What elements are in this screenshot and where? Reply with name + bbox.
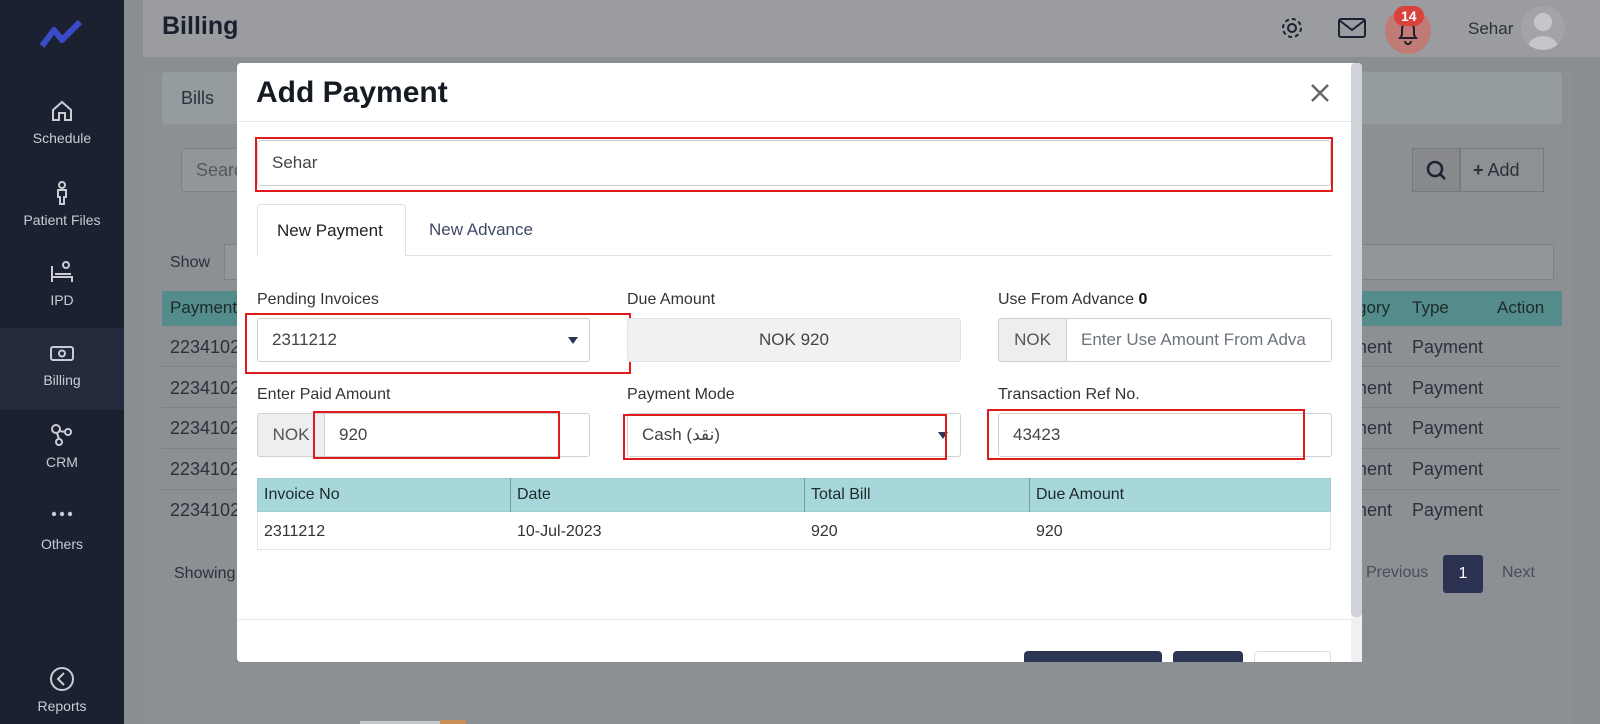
sidebar-item-label: Reports: [37, 698, 87, 714]
show-label: Show: [170, 254, 211, 271]
background-cell-id: 2234102: [170, 459, 241, 479]
pagination-page[interactable]: 1: [1443, 555, 1483, 593]
background-column-header: Payment: [170, 298, 238, 317]
sidebar-item-others[interactable]: Others: [0, 504, 124, 564]
bed-icon: [51, 261, 73, 282]
sidebar-item-crm[interactable]: CRM: [0, 422, 124, 482]
transaction-ref-label: Transaction Ref No.: [998, 386, 1140, 403]
sidebar-item-label: IPD: [50, 292, 74, 308]
sidebar-item-label: Billing: [43, 372, 81, 388]
column-divider: [510, 478, 511, 512]
highlight-box: [623, 414, 947, 460]
add-button-label: Add: [1487, 160, 1520, 180]
sidebar-item-label: Patient Files: [23, 212, 101, 228]
pagination-next[interactable]: Next: [1502, 564, 1535, 582]
background-cell-type: Payment: [1412, 337, 1484, 357]
cell-total-bill: 920: [811, 523, 838, 540]
background-cell-type: Payment: [1412, 500, 1484, 520]
notification-badge: 14: [1394, 6, 1424, 26]
sidebar-item-label: CRM: [46, 454, 78, 470]
highlight-box: [313, 411, 560, 459]
column-divider: [1029, 478, 1030, 512]
tab-bills[interactable]: Bills: [181, 88, 214, 109]
gear-icon[interactable]: [1278, 14, 1306, 42]
showing-entries-text: Showing: [174, 565, 236, 582]
background-cell-id: 2234102: [170, 337, 241, 357]
use-from-advance-label: Use From Advance 0: [998, 291, 1147, 309]
background-column-header: Action: [1497, 298, 1545, 317]
background-filter-input[interactable]: [1340, 244, 1554, 280]
tab-divider: [406, 255, 1332, 256]
payment-mode-label: Payment Mode: [627, 386, 735, 403]
column-header-invoice-no: Invoice No: [264, 486, 340, 503]
background-cell-type: Payment: [1412, 459, 1484, 479]
column-header-total-bill: Total Bill: [811, 486, 871, 503]
page-title: Billing: [162, 12, 239, 40]
network-icon: [51, 424, 72, 446]
modal-footer-divider: [237, 619, 1351, 620]
sidebar-item-label: Others: [40, 536, 83, 552]
close-icon[interactable]: [1309, 82, 1331, 104]
sidebar-item-patient-files[interactable]: Patient Files: [0, 180, 124, 240]
sidebar-item-schedule[interactable]: Schedule: [0, 98, 124, 158]
sidebar-item-ipd[interactable]: IPD: [0, 260, 124, 320]
tab-new-payment[interactable]: New Payment: [257, 204, 406, 256]
highlight-box: [245, 313, 631, 374]
print-button[interactable]: [1173, 651, 1243, 662]
cell-date: 10-Jul-2023: [517, 523, 602, 540]
chevron-left-circle-icon: [50, 667, 74, 691]
cell-due-amount: 920: [1036, 523, 1063, 540]
advance-amount: 0: [1138, 291, 1148, 308]
column-divider: [804, 478, 805, 512]
modal-scrollbar-thumb[interactable]: [1351, 63, 1362, 617]
background-cell-id: 2234102: [170, 418, 241, 438]
use-advance-amount-input[interactable]: Enter Use Amount From Adva: [1066, 318, 1332, 362]
background-cell-type: Payment: [1412, 378, 1484, 398]
save-button[interactable]: [1024, 651, 1162, 662]
background-cell-id: 2234102: [170, 500, 241, 520]
logo-icon[interactable]: [40, 18, 84, 50]
highlight-box: [255, 137, 1333, 192]
bottom-scrollbar-thumb[interactable]: [440, 720, 466, 724]
money-icon: [50, 346, 74, 361]
background-cell-type: Payment: [1412, 418, 1484, 438]
pending-invoices-label: Pending Invoices: [257, 291, 379, 308]
close-button[interactable]: [1254, 651, 1331, 662]
plus-icon: +: [1473, 160, 1484, 180]
person-icon: [57, 181, 67, 205]
tab-new-advance[interactable]: New Advance: [410, 204, 552, 256]
column-header-due-amount: Due Amount: [1036, 486, 1125, 503]
background-search-placeholder: Searc: [196, 160, 244, 180]
pagination-previous[interactable]: Previous: [1366, 564, 1428, 582]
paid-amount-label: Enter Paid Amount: [257, 386, 391, 403]
due-amount-field: NOK 920: [627, 318, 961, 362]
modal-scrollbar-track[interactable]: [1351, 617, 1362, 662]
sidebar: Schedule Patient Files IPD Billing CRM O…: [0, 0, 124, 724]
use-from-advance-text: Use From Advance: [998, 291, 1135, 308]
home-icon: [52, 100, 72, 121]
top-bar: [143, 0, 1600, 57]
mail-icon[interactable]: [1337, 14, 1367, 42]
cell-invoice-no: 2311212: [264, 523, 326, 540]
background-column-header: Type: [1412, 298, 1449, 317]
due-amount-label: Due Amount: [627, 291, 716, 308]
highlight-box: [987, 409, 1305, 460]
background-add-button[interactable]: + Add: [1460, 148, 1544, 192]
sidebar-item-billing[interactable]: Billing: [0, 328, 124, 410]
avatar[interactable]: [1521, 6, 1565, 50]
advance-currency-addon: NOK: [998, 318, 1067, 362]
invoice-table-header: [257, 478, 1331, 512]
sidebar-item-reports[interactable]: Reports: [0, 666, 124, 724]
search-icon: [1426, 160, 1446, 180]
background-cell-id: 2234102: [170, 378, 241, 398]
modal-title: Add Payment: [256, 76, 448, 109]
dots-icon: [51, 511, 73, 517]
sidebar-item-label: Schedule: [32, 130, 92, 146]
modal-header-divider: [237, 121, 1351, 122]
table-row: [257, 512, 1331, 550]
column-header-date: Date: [517, 486, 551, 503]
background-search-button[interactable]: [1412, 148, 1460, 192]
user-name[interactable]: Sehar: [1468, 19, 1513, 39]
